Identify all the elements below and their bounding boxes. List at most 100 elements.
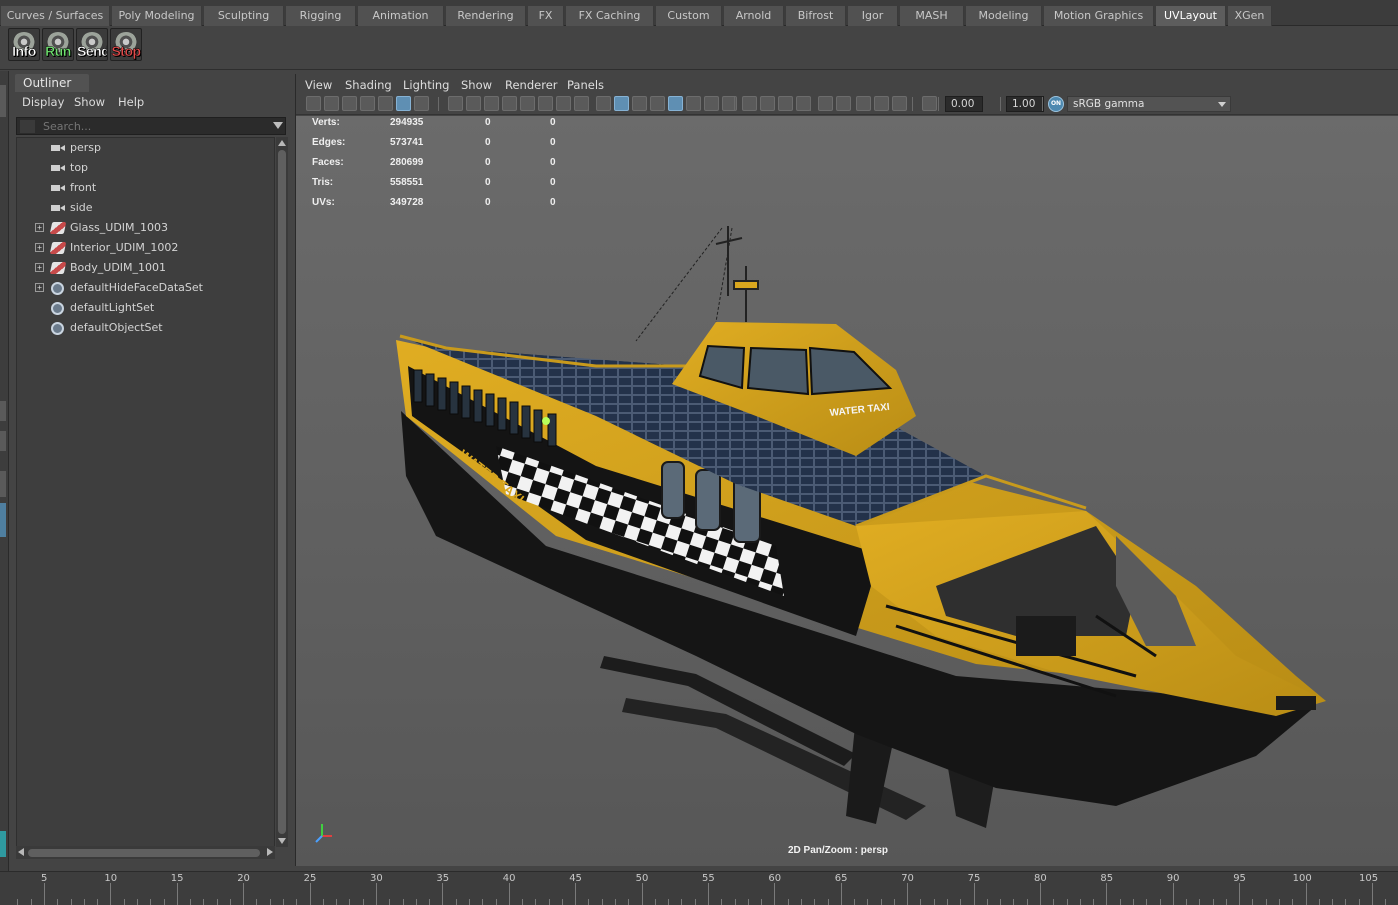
viewport-toolbar-icon[interactable] [778,96,793,111]
toolbox-tool[interactable] [0,431,6,451]
time-slider[interactable]: 5 10 15 20 25 30 35 40 45 50 55 60 65 70 75 80 85 90 95 100… [0,871,1398,905]
shelf-tab-xgen[interactable]: XGen [1228,6,1272,26]
outliner-node[interactable]: defaultLightSet [17,298,274,318]
3d-viewport[interactable]: WATER TAXI WATER TAXI Verts: 294935 0 0 … [296,116,1398,866]
viewport-menu-shading[interactable]: Shading [345,78,392,92]
shelf-tab-igor[interactable]: Igor [848,6,898,26]
outliner-horizontal-scrollbar[interactable] [16,846,275,859]
shelf-tab-fx-caching[interactable]: FX Caching [566,6,654,26]
search-options-icon[interactable] [20,120,35,133]
outliner-menu-display[interactable]: Display [22,95,64,109]
viewport-toolbar-icon[interactable] [742,96,757,111]
shelf-tab-mash[interactable]: MASH [900,6,964,26]
shelf-tab-sculpting[interactable]: Sculpting [204,6,284,26]
shelf-button-info[interactable]: Info [8,28,40,61]
gamma-field[interactable]: 1.00 [1006,96,1044,112]
expand-icon[interactable]: + [35,283,44,292]
viewport-toolbar-icon[interactable] [556,96,571,111]
viewport-toolbar-icon[interactable] [668,96,683,111]
chevron-down-icon[interactable] [1218,102,1226,107]
viewport-toolbar-icon[interactable] [856,96,871,111]
viewport-toolbar-icon[interactable] [818,96,833,111]
viewport-toolbar-icon[interactable] [484,96,499,111]
shelf-tab-fx[interactable]: FX [528,6,564,26]
shelf-tab-uvlayout[interactable]: UVLayout [1156,6,1226,26]
viewport-toolbar-icon[interactable] [650,96,665,111]
scroll-left-icon[interactable] [18,848,24,856]
viewport-menu-renderer[interactable]: Renderer [505,78,558,92]
viewport-toolbar-icon[interactable] [502,96,517,111]
shelf-tab-custom[interactable]: Custom [656,6,722,26]
viewport-toolbar-icon[interactable] [704,96,719,111]
viewport-menu-show[interactable]: Show [461,78,492,92]
viewport-toolbar-icon[interactable] [466,96,481,111]
shelf-tab-arnold[interactable]: Arnold [724,6,784,26]
toolbox-tool[interactable] [0,471,6,497]
viewport-toolbar-icon[interactable] [686,96,701,111]
expand-icon[interactable]: + [35,243,44,252]
viewport-toolbar-icon[interactable] [614,96,629,111]
outliner-node[interactable]: + defaultHideFaceDataSet [17,278,274,298]
viewport-toolbar-icon[interactable] [342,96,357,111]
viewport-toolbar-icon[interactable] [596,96,611,111]
toolbox-layout-button[interactable] [0,503,6,537]
viewport-toolbar-icon[interactable] [874,96,889,111]
viewport-menu-panels[interactable]: Panels [567,78,604,92]
viewport-toolbar-icon[interactable] [922,96,937,111]
viewport-toolbar-icon[interactable] [324,96,339,111]
viewport-toolbar-icon[interactable] [414,96,429,111]
viewport-toolbar-icon[interactable] [306,96,321,111]
toolbox-tool[interactable] [0,401,6,421]
scroll-up-icon[interactable] [278,140,286,146]
viewport-toolbar-icon[interactable] [360,96,375,111]
viewport-toolbar-icon[interactable] [378,96,393,111]
viewport-toolbar-icon[interactable] [448,96,463,111]
shelf-tab-modeling[interactable]: Modeling [966,6,1042,26]
outliner-node[interactable]: top [17,158,274,178]
outliner-vertical-scrollbar[interactable] [276,137,288,847]
expand-icon[interactable]: + [35,223,44,232]
search-dropdown-icon[interactable] [273,122,283,129]
shelf-tab-poly-modeling[interactable]: Poly Modeling [112,6,202,26]
scrollbar-thumb[interactable] [28,849,260,857]
viewport-toolbar-icon[interactable] [836,96,851,111]
toolbox-select-tool[interactable] [0,85,6,117]
shelf-tab-curves-surfaces[interactable]: Curves / Surfaces [1,6,110,26]
outliner-search-input[interactable] [43,119,253,134]
shelf-tab-rendering[interactable]: Rendering [446,6,526,26]
exposure-field[interactable]: 0.00 [945,96,983,112]
viewport-toolbar-icon[interactable] [574,96,589,111]
viewport-toolbar-icon[interactable] [796,96,811,111]
outliner-node[interactable]: side [17,198,274,218]
shelf-button-stop[interactable]: Stop [110,28,142,61]
toolbox-layout-button[interactable] [0,831,6,857]
shelf-tab-motion-graphics[interactable]: Motion Graphics [1044,6,1154,26]
viewport-toolbar-icon[interactable] [396,96,411,111]
shelf-tab-bifrost[interactable]: Bifrost [786,6,846,26]
viewport-toolbar-icon[interactable] [632,96,647,111]
outliner-node[interactable]: + Interior_UDIM_1002 [17,238,274,258]
shelf-button-send[interactable]: Send [76,28,108,61]
viewport-toolbar-icon[interactable] [520,96,535,111]
shelf-tab-rigging[interactable]: Rigging [286,6,356,26]
shelf-tab-animation[interactable]: Animation [358,6,444,26]
viewport-menu-view[interactable]: View [305,78,332,92]
outliner-menu-help[interactable]: Help [118,95,144,109]
color-management-toggle[interactable]: ON [1048,96,1064,112]
expand-icon[interactable]: + [35,263,44,272]
viewport-toolbar-icon[interactable] [538,96,553,111]
outliner-node[interactable]: defaultObjectSet [17,318,274,338]
scroll-right-icon[interactable] [267,848,273,856]
scroll-down-icon[interactable] [278,838,286,844]
outliner-node[interactable]: persp [17,138,274,158]
color-space-select[interactable]: sRGB gamma [1067,96,1231,112]
outliner-node[interactable]: + Glass_UDIM_1003 [17,218,274,238]
shelf-button-run[interactable]: Run [42,28,74,61]
outliner-node[interactable]: front [17,178,274,198]
viewport-menu-lighting[interactable]: Lighting [403,78,449,92]
viewport-toolbar-icon[interactable] [892,96,907,111]
outliner-node[interactable]: + Body_UDIM_1001 [17,258,274,278]
outliner-tab[interactable]: Outliner [15,74,89,92]
viewport-toolbar-icon[interactable] [760,96,775,111]
scrollbar-thumb[interactable] [278,150,286,834]
